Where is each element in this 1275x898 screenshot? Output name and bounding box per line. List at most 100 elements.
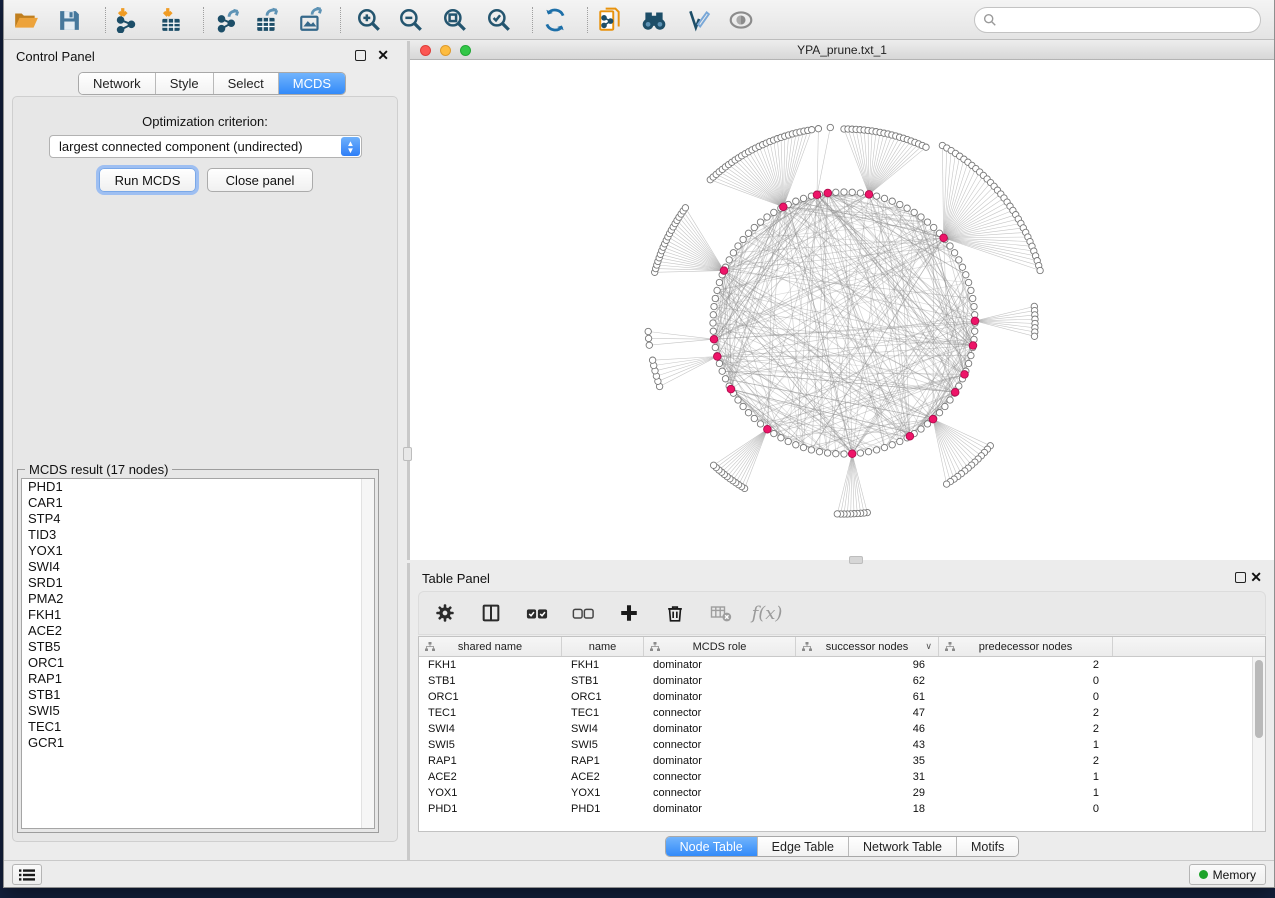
mcds-result-item[interactable]: ACE2 [22, 623, 374, 639]
import-network-icon[interactable] [109, 6, 143, 34]
tab-style[interactable]: Style [156, 73, 214, 94]
open-icon[interactable] [9, 6, 43, 34]
table-cell: 1 [939, 771, 1113, 783]
table-row[interactable]: SWI5SWI5connector431 [419, 737, 1252, 753]
new-network-from-selection-icon[interactable] [593, 6, 627, 34]
table-row[interactable]: TEC1TEC1connector472 [419, 705, 1252, 721]
tab-network[interactable]: Network [79, 73, 156, 94]
float-panel-icon[interactable] [355, 50, 366, 61]
tab-node-table[interactable]: Node Table [666, 837, 758, 856]
table-row[interactable]: YOX1YOX1connector291 [419, 785, 1252, 801]
float-table-panel-icon[interactable] [1235, 572, 1246, 583]
save-icon[interactable] [52, 6, 86, 34]
memory-status-dot [1199, 870, 1208, 879]
mcds-result-item[interactable]: FKH1 [22, 607, 374, 623]
close-panel-icon[interactable]: ✕ [377, 47, 389, 63]
close-panel-button[interactable]: Close panel [207, 168, 313, 192]
tab-motifs[interactable]: Motifs [957, 837, 1018, 856]
mcds-list-scrollbar[interactable] [361, 479, 374, 828]
zoom-out-icon[interactable] [394, 6, 428, 34]
zoom-fit-icon[interactable] [438, 6, 472, 34]
export-network-icon[interactable] [211, 6, 245, 34]
delete-table-icon[interactable] [709, 601, 733, 625]
mcds-result-item[interactable]: CAR1 [22, 495, 374, 511]
import-table-icon[interactable] [154, 6, 188, 34]
table-body[interactable]: FKH1FKH1dominator962STB1STB1dominator620… [419, 657, 1252, 831]
export-image-icon[interactable] [294, 6, 328, 34]
table-row[interactable]: FKH1FKH1dominator962 [419, 657, 1252, 673]
sort-descending-icon[interactable]: ∨ [925, 641, 932, 652]
mcds-result-item[interactable]: YOX1 [22, 543, 374, 559]
table-cell: 0 [939, 675, 1113, 687]
show-hide-details-eye-icon[interactable] [724, 6, 758, 34]
mcds-result-list[interactable]: PHD1CAR1STP4TID3YOX1SWI4SRD1PMA2FKH1ACE2… [21, 478, 375, 829]
table-settings-gear-icon[interactable] [433, 601, 457, 625]
run-mcds-button[interactable]: Run MCDS [99, 168, 196, 192]
table-row[interactable]: ACE2ACE2connector311 [419, 769, 1252, 785]
mcds-result-item[interactable]: SWI4 [22, 559, 374, 575]
control-panel-title: Control Panel [16, 49, 95, 64]
close-table-panel-icon[interactable]: ✕ [1250, 569, 1262, 585]
optimization-criterion-select[interactable]: largest connected component (undirected)… [49, 135, 362, 158]
col-header-successor-nodes[interactable]: successor nodes ∨ [796, 637, 939, 656]
annotation-icon[interactable] [681, 6, 715, 34]
mcds-result-item[interactable]: PMA2 [22, 591, 374, 607]
mcds-result-item[interactable]: SRD1 [22, 575, 374, 591]
table-cell: ORC1 [419, 691, 562, 703]
table-row[interactable]: SWI4SWI4dominator462 [419, 721, 1252, 737]
col-header-mcds-role[interactable]: MCDS role [644, 637, 796, 656]
tab-select[interactable]: Select [214, 73, 279, 94]
table-row[interactable]: ORC1ORC1dominator610 [419, 689, 1252, 705]
table-row[interactable]: RAP1RAP1dominator352 [419, 753, 1252, 769]
delete-columns-trash-icon[interactable] [663, 601, 687, 625]
table-cell: ORC1 [562, 691, 644, 703]
col-label: predecessor nodes [979, 641, 1073, 653]
tab-edge-table[interactable]: Edge Table [758, 837, 849, 856]
table-row[interactable]: PHD1PHD1dominator180 [419, 801, 1252, 817]
show-columns-icon[interactable] [479, 601, 503, 625]
select-all-icon[interactable] [525, 601, 549, 625]
mcds-result-item[interactable]: SWI5 [22, 703, 374, 719]
memory-button[interactable]: Memory [1189, 864, 1266, 885]
search-input[interactable] [974, 7, 1261, 33]
zoom-in-icon[interactable] [352, 6, 386, 34]
mcds-result-item[interactable]: STB5 [22, 639, 374, 655]
tree-icon [649, 641, 661, 653]
col-header-predecessor-nodes[interactable]: predecessor nodes [939, 637, 1113, 656]
mcds-result-item[interactable]: TEC1 [22, 719, 374, 735]
mcds-result-item[interactable]: ORC1 [22, 655, 374, 671]
mcds-result-item[interactable]: STB1 [22, 687, 374, 703]
mcds-result-item[interactable]: STP4 [22, 511, 374, 527]
tab-network-table[interactable]: Network Table [849, 837, 957, 856]
zoom-selected-icon[interactable] [482, 6, 516, 34]
mcds-result-item[interactable]: RAP1 [22, 671, 374, 687]
run-mcds-label: Run MCDS [115, 173, 181, 188]
mcds-result-item[interactable]: TID3 [22, 527, 374, 543]
deselect-all-icon[interactable] [571, 601, 595, 625]
memory-label: Memory [1213, 868, 1256, 882]
col-header-filler [1113, 637, 1265, 656]
network-window-titlebar[interactable]: YPA_prune.txt_1 [410, 41, 1274, 60]
tab-mcds[interactable]: MCDS [279, 73, 345, 94]
find-icon[interactable] [637, 6, 671, 34]
table-row[interactable]: STB1STB1dominator620 [419, 673, 1252, 689]
function-builder-icon[interactable]: f(x) [755, 601, 779, 625]
horizontal-splitter-handle[interactable] [849, 556, 863, 564]
network-canvas[interactable] [410, 60, 1274, 560]
table-scrollbar-thumb[interactable] [1255, 660, 1263, 738]
table-scrollbar[interactable] [1252, 657, 1265, 831]
mcds-result-item[interactable]: PHD1 [22, 479, 374, 495]
task-history-button[interactable] [12, 864, 42, 885]
table-cell: ACE2 [562, 771, 644, 783]
table-cell: dominator [644, 675, 796, 687]
status-bar: Memory [4, 860, 1274, 887]
table-cell: connector [644, 787, 796, 799]
col-header-name[interactable]: name [562, 637, 644, 656]
mcds-result-item[interactable]: GCR1 [22, 735, 374, 751]
col-header-shared-name[interactable]: shared name [419, 637, 562, 656]
col-label: name [589, 641, 617, 653]
create-column-plus-icon[interactable] [617, 601, 641, 625]
refresh-icon[interactable] [538, 6, 572, 34]
export-table-icon[interactable] [250, 6, 284, 34]
vertical-splitter-handle[interactable] [403, 447, 412, 461]
